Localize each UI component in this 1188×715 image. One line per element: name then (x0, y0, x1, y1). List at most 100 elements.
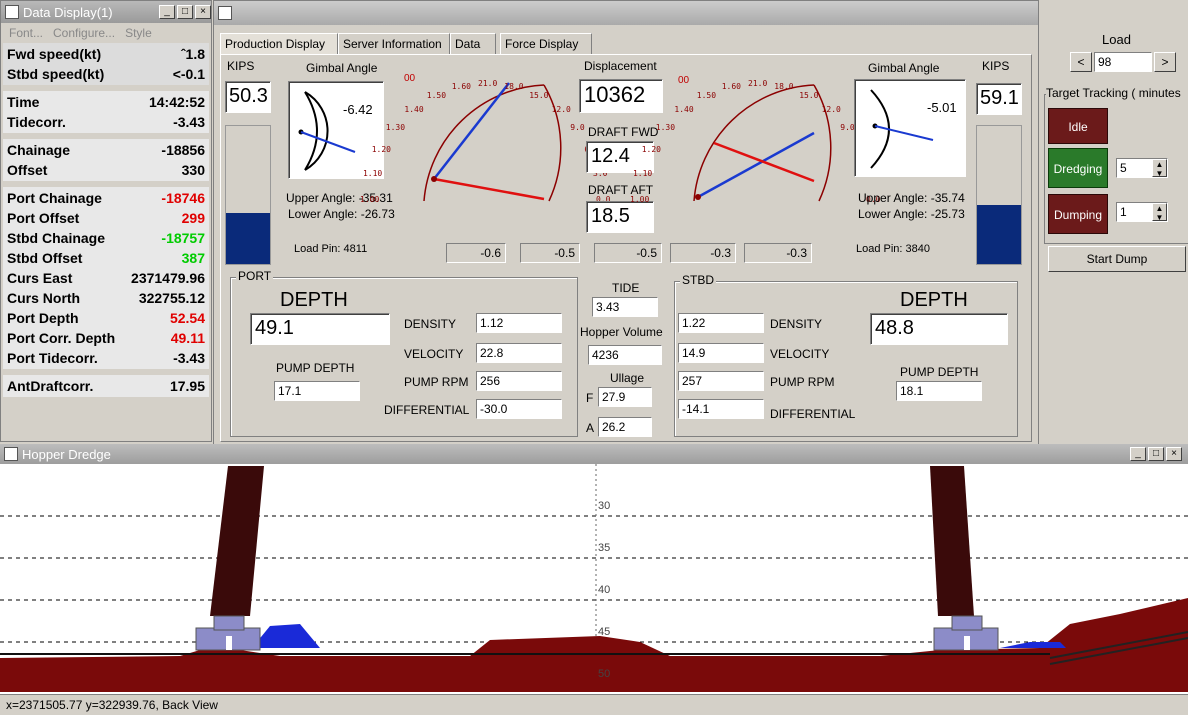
close-icon[interactable]: × (1166, 447, 1182, 461)
data-row-value: -18746 (161, 190, 205, 206)
data-group: Time 14:42:52 Tidecorr. -3.43 (3, 91, 209, 133)
port-pump-rpm-label: PUMP RPM (404, 375, 469, 389)
load-next-button[interactable]: > (1154, 52, 1176, 72)
depth-tick-label: 35 (598, 542, 611, 554)
data-row-label: Offset (7, 162, 48, 178)
hopper-titlebar[interactable]: Hopper Dredge _ □ × (0, 444, 1188, 464)
stbd-velocity-label: VELOCITY (770, 347, 830, 361)
dial-tick-label: 21.0 (748, 79, 768, 89)
port-lower-angle: Lower Angle: -26.73 (288, 207, 395, 221)
menu-configure[interactable]: Configure... (53, 26, 115, 40)
data-display-titlebar[interactable]: Data Display(1) _ □ × (1, 1, 211, 23)
tab-data[interactable]: Data (450, 33, 496, 55)
port-pump-rpm-field[interactable]: 256 (476, 371, 562, 391)
status-bar: x=2371505.77 y=322939.76, Back View (0, 694, 1188, 715)
stbd-differential-field[interactable]: -14.1 (678, 399, 764, 419)
port-density-label: DENSITY (404, 317, 457, 331)
dial-tick-label: 1.10 (632, 169, 653, 179)
depth-tick-label: 40 (598, 584, 611, 596)
data-row-value: <-0.1 (172, 66, 205, 82)
dial-tick-label: 1.60 (451, 82, 471, 92)
idle-button[interactable]: Idle (1048, 108, 1108, 144)
data-row: Curs East 2371479.96 (3, 268, 209, 288)
data-row-label: Chainage (7, 142, 71, 158)
displacement-value: 10362 (579, 79, 663, 113)
menu-style[interactable]: Style (125, 26, 152, 40)
production-titlebar[interactable] (214, 1, 1038, 25)
dredging-spin-icon[interactable]: ▲ ▼ (1152, 159, 1167, 178)
data-row: Port Corr. Depth 49.11 (3, 328, 209, 348)
dial-tick-label: 12.0 (551, 104, 571, 114)
data-row: Chainage -18856 (3, 140, 209, 160)
stbd-kips-bar (976, 125, 1022, 265)
port-velocity-field[interactable]: 22.8 (476, 343, 562, 363)
stbd-pump-rpm-label: PUMP RPM (770, 375, 835, 389)
ticket-5: -0.3 (744, 243, 812, 263)
dumping-button[interactable]: Dumping (1048, 194, 1108, 234)
dial-tick-label: 1.20 (371, 144, 391, 154)
stbd-kips-bar-fill (977, 204, 1021, 264)
tab-production-display[interactable]: Production Display (220, 33, 338, 55)
stbd-velocity-field[interactable]: 14.9 (678, 343, 764, 363)
dial-tick-label: 1.40 (674, 104, 694, 114)
data-row-label: Port Corr. Depth (7, 330, 116, 346)
dial-tick-label: 1.60 (721, 82, 741, 92)
load-title: Load (1102, 32, 1131, 47)
stbd-gimbal-value: -5.01 (927, 100, 957, 115)
dial-tick-label: 1.30 (655, 122, 676, 132)
menu-font[interactable]: Font... (9, 26, 43, 40)
data-row: Offset 330 (3, 160, 209, 180)
minimize-icon[interactable]: _ (159, 5, 175, 19)
ullage-f-field[interactable]: 27.9 (598, 387, 652, 407)
dial-tick-label: 1.40 (404, 104, 424, 114)
stbd-pump-depth-field[interactable]: 18.1 (896, 381, 982, 401)
port-kips-bar-fill (226, 212, 270, 264)
data-row-label: Port Depth (7, 310, 79, 326)
load-prev-button[interactable]: < (1070, 52, 1092, 72)
data-row-value: -18856 (161, 142, 205, 158)
dial-tick-label: 15.0 (799, 90, 819, 100)
start-dump-button[interactable]: Start Dump (1048, 246, 1186, 272)
hopper-volume-field[interactable]: 4236 (588, 345, 662, 365)
stbd-pump-rpm-field[interactable]: 257 (678, 371, 764, 391)
ticket-2: -0.5 (520, 243, 580, 263)
close-icon[interactable]: × (195, 5, 211, 19)
ullage-a-field[interactable]: 26.2 (598, 417, 652, 437)
load-value-field[interactable]: 98 (1094, 52, 1152, 72)
tracking-label: Target Tracking ( minutes (1046, 86, 1188, 100)
stbd-upper-angle: Upper Angle: -35.74 (858, 191, 965, 205)
depth-tick-label: 30 (598, 500, 611, 512)
maximize-icon[interactable]: □ (177, 5, 193, 19)
dial-tick-label: 1.10 (362, 169, 383, 179)
port-kips-value: 50.3 (225, 81, 271, 113)
stbd-density-field[interactable]: 1.22 (678, 313, 764, 333)
tide-field[interactable]: 3.43 (592, 297, 658, 317)
data-row: Port Tidecorr. -3.43 (3, 348, 209, 368)
maximize-icon[interactable]: □ (1148, 447, 1164, 461)
minimize-icon[interactable]: _ (1130, 447, 1146, 461)
hopper-volume-label: Hopper Volume (580, 325, 663, 339)
dumping-spin-icon[interactable]: ▲ ▼ (1152, 203, 1167, 222)
data-row-value: -3.43 (173, 350, 205, 366)
port-gimbal-gauge: -6.42 (288, 81, 384, 179)
data-row: AntDraftcorr. 17.95 (3, 376, 209, 396)
data-group: Chainage -18856 Offset 330 (3, 139, 209, 181)
data-group: Fwd speed(kt) ˆ1.8 Stbd speed(kt) <-0.1 (3, 43, 209, 85)
data-group: Port Chainage -18746 Port Offset 299 Stbd Ch… (3, 187, 209, 369)
tab-force-display[interactable]: Force Display (500, 33, 592, 55)
port-pump-depth-field[interactable]: 17.1 (274, 381, 360, 401)
hopper-title: Hopper Dredge (22, 446, 111, 462)
dredging-button[interactable]: Dredging (1048, 148, 1108, 188)
data-row-label: Port Chainage (7, 190, 102, 206)
data-row-value: 330 (181, 162, 205, 178)
port-density-field[interactable]: 1.12 (476, 313, 562, 333)
data-row-label: Tidecorr. (7, 114, 66, 130)
tab-server-information[interactable]: Server Information (338, 33, 450, 55)
draft-fwd-label: DRAFT FWD (588, 125, 659, 139)
stbd-group-label: STBD (680, 273, 717, 287)
stbd-density-label: DENSITY (770, 317, 823, 331)
port-gimbal-dial (298, 91, 356, 171)
window-title: Data Display(1) (23, 4, 113, 20)
stbd-depth-value: 48.8 (870, 313, 1008, 345)
port-differential-field[interactable]: -30.0 (476, 399, 562, 419)
